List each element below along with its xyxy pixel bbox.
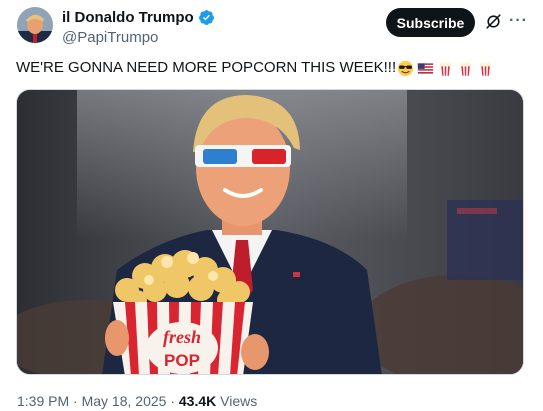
us-flag-emoji-icon <box>417 62 434 74</box>
meta-separator: · <box>69 393 82 409</box>
views-label: Views <box>220 393 258 409</box>
post-date[interactable]: May 18, 2025 <box>82 393 167 409</box>
post-image-illustration: fresh POP <box>17 90 523 374</box>
post-meta: 1:39 PM · May 18, 2025 · 43.4K Views <box>17 392 257 410</box>
post-time[interactable]: 1:39 PM <box>17 393 69 409</box>
popcorn-box-logo-pop: POP <box>164 351 200 370</box>
tweet-text-row: WE'RE GONNA NEED MORE POPCORN THIS WEEK!… <box>16 58 494 78</box>
meta-separator: · <box>166 393 179 409</box>
post-image[interactable]: fresh POP <box>16 89 524 375</box>
grok-icon[interactable] <box>485 13 502 30</box>
author-display-name[interactable]: il Donaldo Trumpo <box>62 9 194 26</box>
views-count: 43.4K <box>178 393 217 409</box>
author-block: il Donaldo Trumpo @PapiTrumpo <box>62 7 215 48</box>
verified-badge-icon[interactable] <box>198 9 215 26</box>
subscribe-button[interactable]: Subscribe <box>386 8 475 37</box>
avatar[interactable] <box>17 7 53 43</box>
tweet-text: WE'RE GONNA NEED MORE POPCORN THIS WEEK!… <box>16 59 397 76</box>
popcorn-emoji-icon <box>440 61 452 76</box>
more-options-icon[interactable]: ··· <box>509 10 527 32</box>
tweet-card: il Donaldo Trumpo @PapiTrumpo Subscribe … <box>0 0 543 411</box>
avatar-image <box>17 7 53 43</box>
emoji-row <box>397 60 494 77</box>
popcorn-emoji-icon <box>460 61 472 76</box>
author-handle[interactable]: @PapiTrumpo <box>62 28 215 48</box>
popcorn-box-logo-fresh: fresh <box>163 327 201 347</box>
popcorn-emoji-icon <box>480 61 492 76</box>
sunglasses-emoji-icon <box>397 60 414 76</box>
